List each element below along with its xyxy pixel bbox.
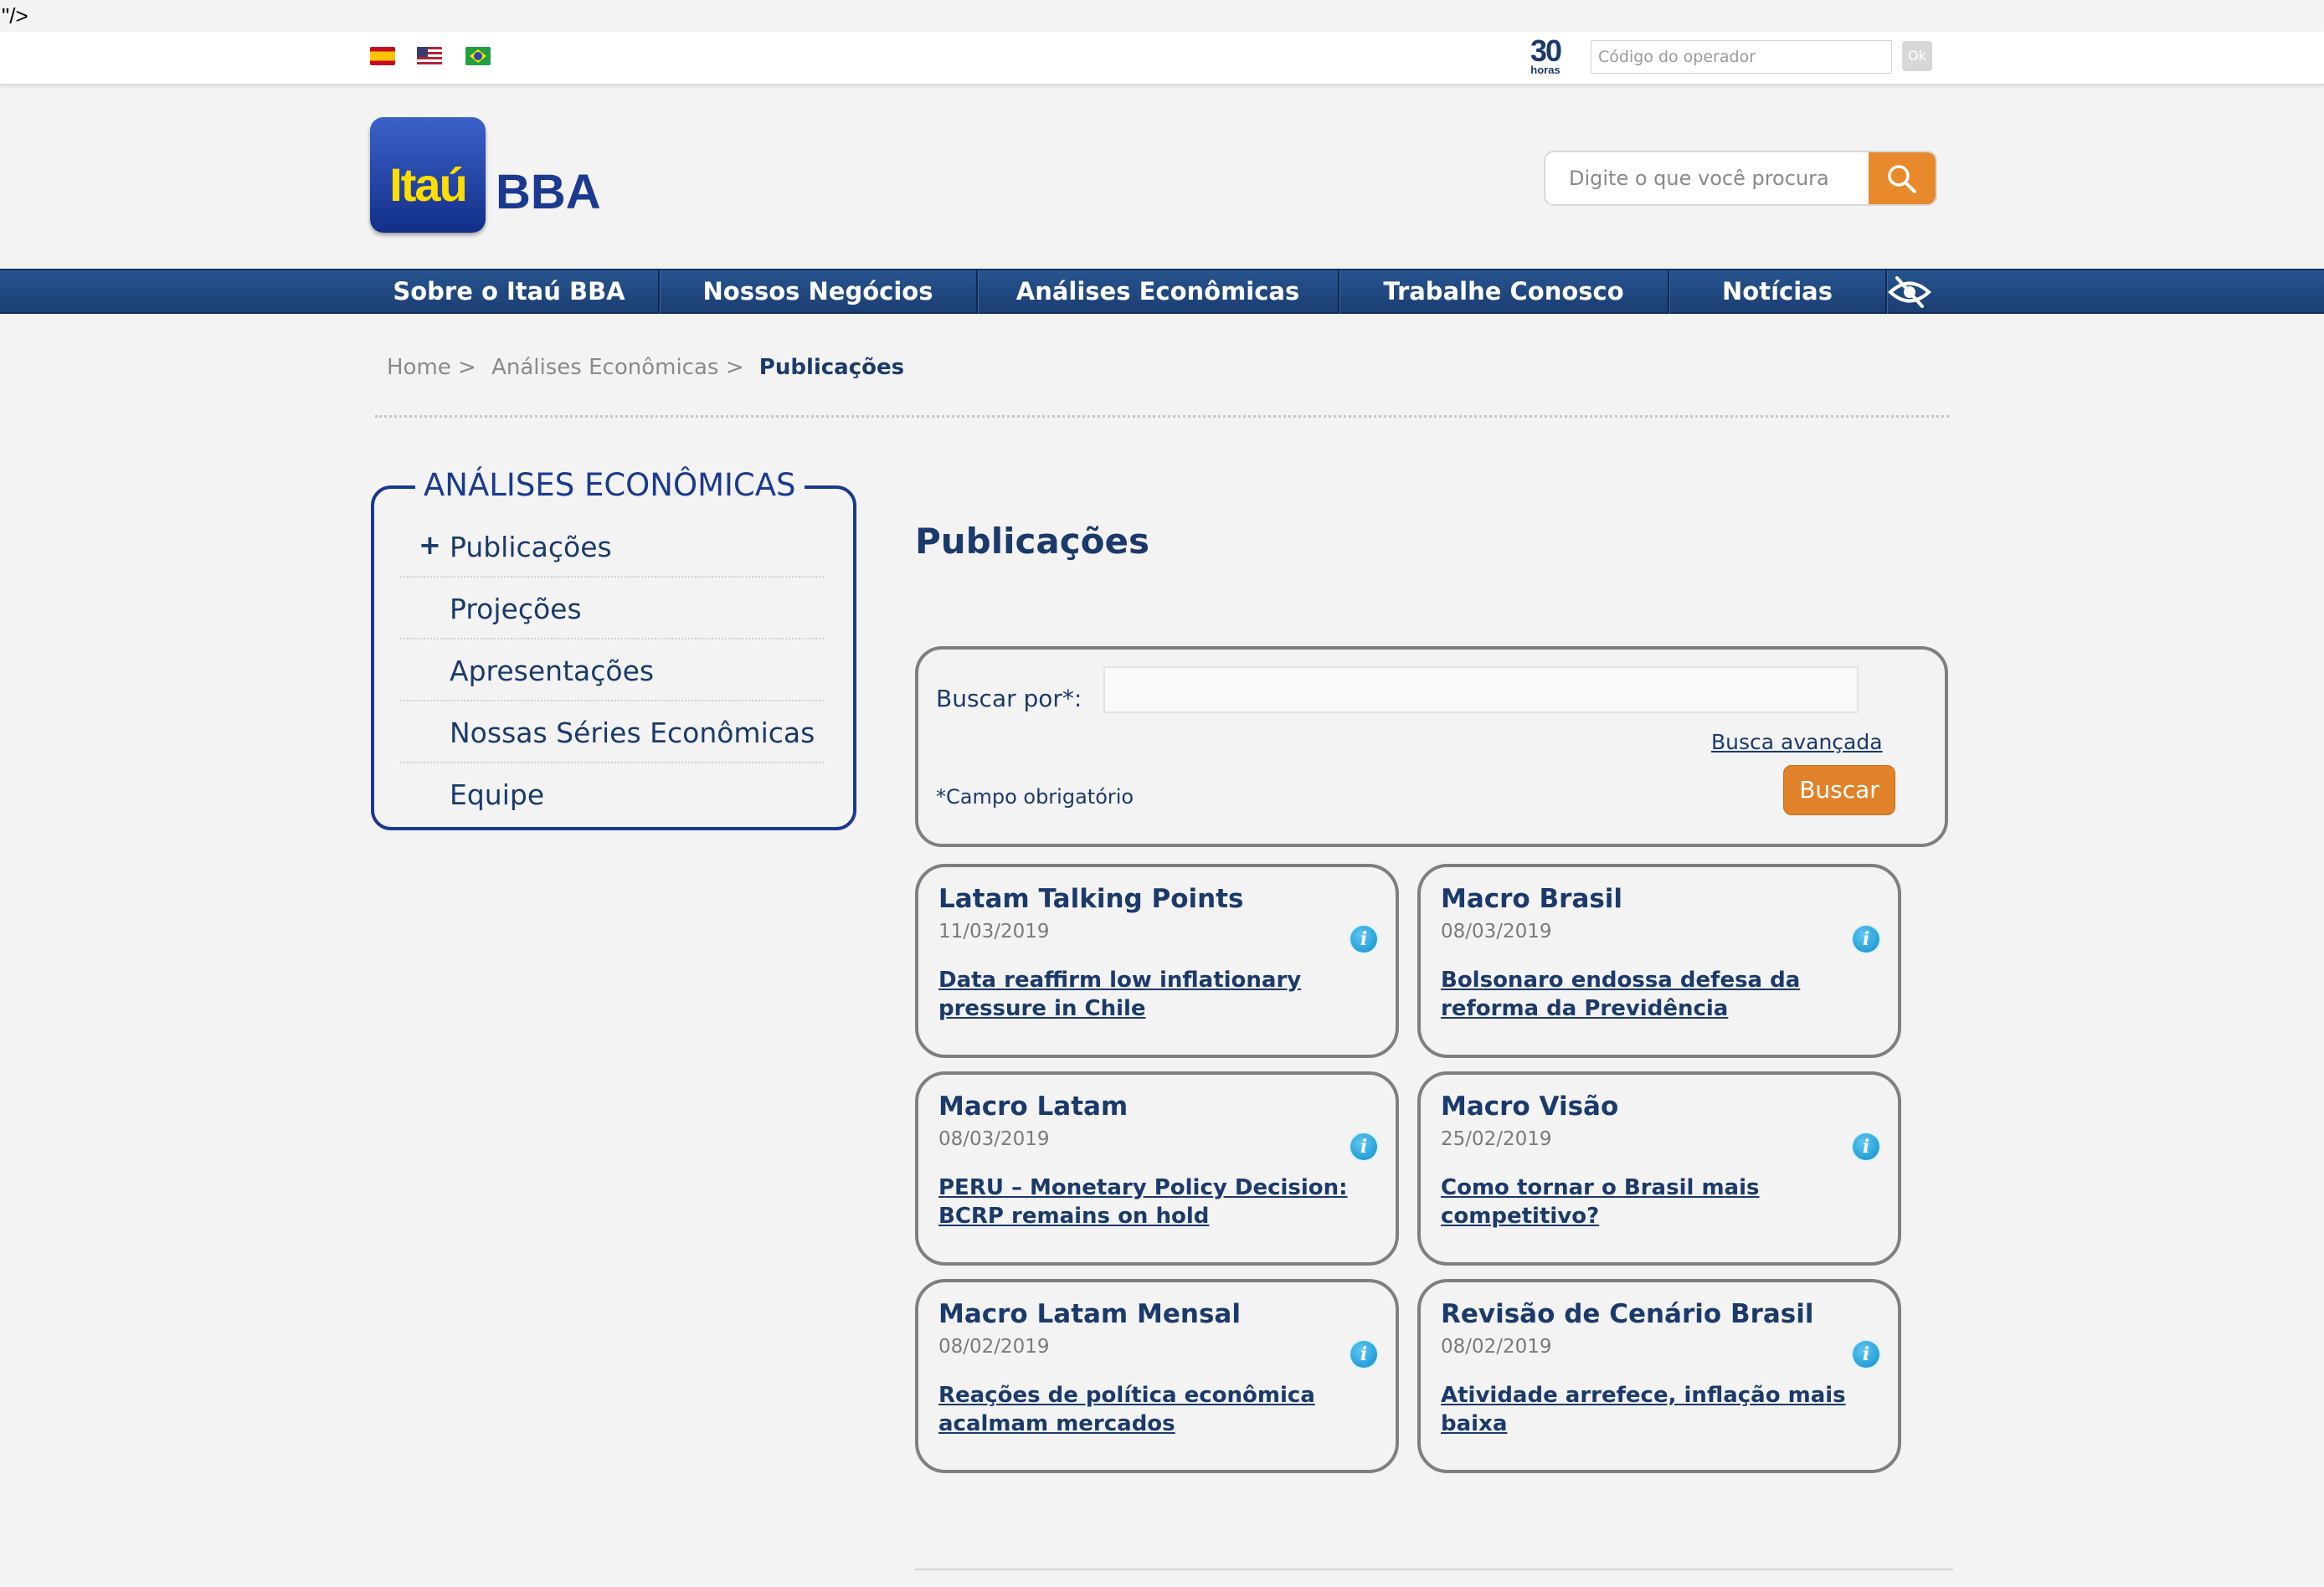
nav-negocios[interactable]: Nossos Negócios: [660, 270, 976, 314]
top-utility-bar: 30 horas Ok: [0, 32, 2324, 85]
breadcrumb-section[interactable]: Análises Econômicas >: [491, 355, 743, 380]
plus-icon: +: [419, 529, 441, 561]
card-date: 08/03/2019: [938, 1128, 1050, 1150]
30-horas-label: horas: [1530, 64, 1560, 76]
itau-logo-text: Itaú: [389, 158, 468, 211]
info-icon[interactable]: i: [1350, 1341, 1377, 1368]
sidebar-item-apresentacoes[interactable]: Apresentações: [400, 641, 824, 701]
advanced-search-link[interactable]: Busca avançada: [1711, 730, 1883, 754]
card-link[interactable]: Bolsonaro endossa defesa da reforma da P…: [1441, 966, 1883, 1023]
operator-code-input[interactable]: [1591, 40, 1892, 74]
info-icon[interactable]: i: [1853, 1133, 1879, 1160]
card-link[interactable]: Reações de política econômica acalmam me…: [938, 1381, 1381, 1438]
eye-icon[interactable]: [1887, 273, 1932, 311]
sidebar-item-series[interactable]: Nossas Séries Econômicas: [400, 703, 824, 763]
info-icon[interactable]: i: [1350, 926, 1377, 953]
magnifier-icon: [1888, 165, 1916, 193]
card-title[interactable]: Latam Talking Points: [938, 884, 1243, 914]
card-date: 08/03/2019: [1441, 921, 1552, 942]
card-title[interactable]: Macro Latam: [938, 1091, 1128, 1122]
itau-logo[interactable]: Itaú: [370, 117, 486, 233]
search-by-label: Buscar por*:: [936, 685, 1082, 712]
bba-logo-text[interactable]: BBA: [496, 164, 601, 220]
card-date: 08/02/2019: [938, 1336, 1050, 1358]
card-link[interactable]: PERU – Monetary Policy Decision: BCRP re…: [938, 1174, 1381, 1230]
nav-trabalhe[interactable]: Trabalhe Conosco: [1339, 270, 1668, 314]
breadcrumb-current: Publicações: [758, 355, 905, 380]
page-title: Publicações: [915, 521, 1150, 562]
site-search-button[interactable]: [1869, 152, 1936, 204]
publication-card: Macro Latam 08/03/2019 i PERU – Monetary…: [915, 1071, 1399, 1266]
stray-markup-text: "/>: [2, 3, 28, 28]
publication-card: Macro Visão 25/02/2019 i Como tornar o B…: [1417, 1071, 1901, 1266]
sidebar-item-label: Nossas Séries Econômicas: [450, 716, 815, 749]
sidebar-item-label: Publicações: [450, 531, 612, 563]
sidebar-title: ANÁLISES ECONÔMICAS: [415, 467, 805, 503]
required-field-note: *Campo obrigatório: [936, 785, 1134, 809]
sidebar-item-label: Equipe: [450, 778, 545, 811]
footer-divider: [915, 1569, 1953, 1570]
card-link[interactable]: Atividade arrefece, inflação mais baixa: [1441, 1381, 1883, 1438]
nav-noticias[interactable]: Notícias: [1669, 270, 1885, 314]
operator-ok-button[interactable]: Ok: [1902, 41, 1932, 71]
search-submit-button[interactable]: Buscar: [1783, 765, 1895, 815]
site-search-input[interactable]: [1545, 152, 1869, 204]
card-date: 08/02/2019: [1441, 1336, 1552, 1358]
sidebar-item-label: Projeções: [450, 593, 582, 625]
card-link[interactable]: Data reaffirm low inflationary pressure …: [938, 966, 1381, 1023]
sidebar-item-projecoes[interactable]: Projeções: [400, 579, 824, 639]
sidebar-item-label: Apresentações: [450, 655, 655, 687]
nav-sobre[interactable]: Sobre o Itaú BBA: [360, 270, 658, 314]
card-date: 25/02/2019: [1441, 1128, 1552, 1150]
30-horas-logo[interactable]: 30 horas: [1522, 33, 1569, 76]
30-horas-number: 30: [1530, 33, 1562, 68]
nav-analises[interactable]: Análises Econômicas: [978, 270, 1338, 314]
card-link[interactable]: Como tornar o Brasil mais competitivo?: [1441, 1174, 1883, 1230]
publication-card: Macro Brasil 08/03/2019 i Bolsonaro endo…: [1417, 864, 1901, 1058]
breadcrumb: Home > Análises Econômicas > Publicações: [387, 355, 913, 380]
search-by-input[interactable]: [1103, 666, 1859, 713]
brazil-flag-icon[interactable]: [465, 47, 491, 65]
info-icon[interactable]: i: [1853, 926, 1879, 953]
sidebar-item-publicacoes[interactable]: + Publicações: [400, 517, 824, 578]
publication-card: Revisão de Cenário Brasil 08/02/2019 i A…: [1417, 1279, 1901, 1473]
usa-flag-icon[interactable]: [417, 47, 442, 65]
publication-card: Latam Talking Points 11/03/2019 i Data r…: [915, 864, 1399, 1058]
breadcrumb-home[interactable]: Home >: [387, 355, 476, 380]
sidebar-item-equipe[interactable]: Equipe: [400, 765, 824, 825]
card-title[interactable]: Macro Visão: [1441, 1091, 1618, 1122]
info-icon[interactable]: i: [1350, 1133, 1377, 1160]
divider: [375, 415, 1949, 418]
site-search: [1544, 151, 1937, 206]
card-title[interactable]: Revisão de Cenário Brasil: [1441, 1299, 1814, 1329]
spain-flag-icon[interactable]: [370, 47, 395, 65]
publication-card: Macro Latam Mensal 08/02/2019 i Reações …: [915, 1279, 1399, 1473]
card-title[interactable]: Macro Latam Mensal: [938, 1299, 1241, 1329]
card-title[interactable]: Macro Brasil: [1441, 884, 1622, 914]
main-nav: Sobre o Itaú BBA Nossos Negócios Análise…: [0, 269, 2324, 314]
info-icon[interactable]: i: [1853, 1341, 1879, 1368]
card-date: 11/03/2019: [938, 921, 1050, 942]
